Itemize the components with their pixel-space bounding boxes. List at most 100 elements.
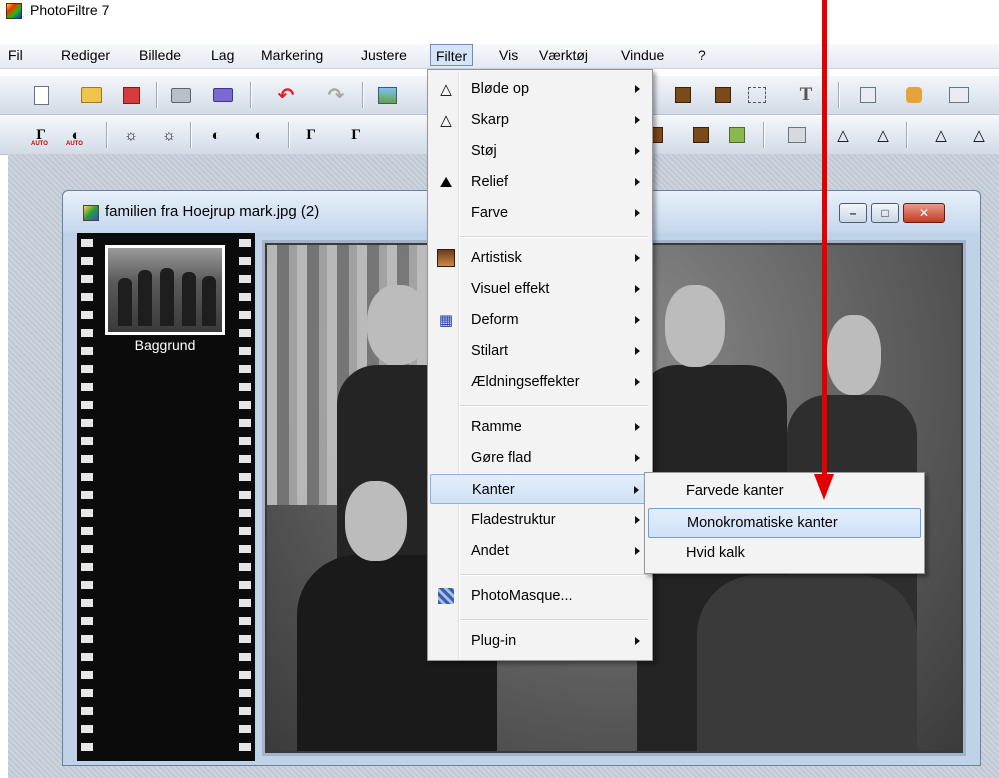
window-title: PhotoFiltre 7	[30, 2, 110, 18]
menuitem-ramme[interactable]: Ramme	[430, 412, 650, 442]
photomasque-icon	[437, 587, 455, 605]
layer-name: Baggrund	[134, 337, 196, 353]
toolbar-separator	[250, 82, 252, 108]
film-perforation	[239, 233, 251, 761]
kanter-submenu: Farvede kanter Monokromatiske kanter Hvi…	[644, 472, 925, 574]
menuitem-artistisk[interactable]: Artistisk	[430, 243, 650, 273]
gamma-glyph: Γ	[351, 126, 361, 143]
save-icon[interactable]	[120, 84, 142, 106]
plugin-icon[interactable]	[857, 84, 879, 106]
menu-vindue[interactable]: Vindue	[618, 47, 667, 63]
drop-glyph: △	[837, 127, 849, 144]
minimize-button[interactable]: –	[839, 203, 867, 223]
menuitem-kanter[interactable]: Kanter	[430, 474, 650, 504]
filter-menu: △ Bløde op △ Skarp Støj ⛰ Relief Farve A…	[427, 69, 653, 661]
layer-thumbnail[interactable]	[105, 245, 225, 335]
maximize-button[interactable]: □	[871, 203, 899, 223]
person-face	[827, 315, 881, 395]
menu-rediger[interactable]: Rediger	[58, 47, 113, 63]
menuitem-farve[interactable]: Farve	[430, 198, 650, 228]
menuitem-andet[interactable]: Andet	[430, 536, 650, 566]
puzzle-icon[interactable]	[903, 84, 925, 106]
menuitem-fladestruktur[interactable]: Fladestruktur	[430, 505, 650, 535]
menu-filter[interactable]: Filter	[430, 44, 474, 66]
sharpen-icon: △	[440, 112, 452, 129]
drop-glyph: △	[973, 127, 985, 144]
menu-vaerktoej[interactable]: Værktøj	[536, 47, 591, 63]
close-button[interactable]: ✕	[903, 203, 945, 223]
menuitem-plug-in[interactable]: Plug-in	[430, 626, 650, 656]
double-drop-icon[interactable]: △	[872, 124, 894, 146]
brightness-minus-icon[interactable]: ☼	[120, 124, 142, 146]
film-perforation	[81, 233, 93, 761]
person-face	[345, 481, 407, 561]
menuitem-relief[interactable]: ⛰ Relief	[430, 167, 650, 197]
drop-icon[interactable]: △	[832, 124, 854, 146]
redo-icon[interactable]: ↷	[325, 84, 347, 107]
menu-help[interactable]: ?	[695, 47, 709, 63]
menuitem-deform[interactable]: ▦ Deform	[430, 305, 650, 335]
menu-fil[interactable]: Fil	[5, 47, 26, 63]
green-grid-icon[interactable]	[726, 124, 748, 146]
film-icon-2[interactable]	[712, 84, 734, 106]
blur-drop-icon: △	[440, 81, 452, 98]
print-icon[interactable]	[170, 84, 192, 106]
toolbar-separator	[106, 122, 108, 148]
sun-glyph: ☼	[162, 126, 176, 144]
submenu-hvid-kalk[interactable]: Hvid kalk	[648, 539, 921, 569]
scan-icon[interactable]	[212, 84, 234, 106]
document-title: familien fra Hoejrup mark.jpg (2)	[105, 203, 320, 220]
text-icon[interactable]: T	[795, 84, 817, 106]
submenu-farvede-kanter[interactable]: Farvede kanter	[648, 477, 921, 507]
contrast-minus-icon[interactable]: ◐	[205, 124, 227, 146]
drop-glyph: △	[877, 127, 889, 144]
sharpen-more-icon[interactable]: △	[968, 124, 990, 146]
film-icon[interactable]	[672, 84, 694, 106]
new-icon[interactable]	[30, 84, 52, 106]
sharpen-tool-icon[interactable]: △	[930, 124, 952, 146]
annotation-arrow-shaft	[822, 0, 827, 478]
menu-lag[interactable]: Lag	[208, 47, 237, 63]
toolbar-separator	[838, 82, 840, 108]
menu-bar: Fil Rediger Billede Lag Markering Juster…	[0, 44, 999, 69]
image-icon[interactable]	[376, 84, 398, 106]
menuitem-aeldningseffekter[interactable]: Ældningseffekter	[430, 367, 650, 397]
menuitem-photomasque[interactable]: PhotoMasque...	[430, 581, 650, 611]
menu-billede[interactable]: Billede	[136, 47, 184, 63]
toolbar-separator	[906, 122, 908, 148]
menuitem-bloede-op[interactable]: △ Bløde op	[430, 74, 650, 104]
menu-justere[interactable]: Justere	[358, 47, 410, 63]
gamma-plus-icon[interactable]: Γ	[345, 124, 367, 146]
annotation-arrow-head	[814, 474, 834, 500]
title-bar: PhotoFiltre 7	[0, 0, 999, 22]
menuitem-visuel-effekt[interactable]: Visuel effekt	[430, 274, 650, 304]
selection-icon[interactable]	[746, 84, 768, 106]
gamma-glyph: Γ	[306, 126, 316, 143]
menuitem-stilart[interactable]: Stilart	[430, 336, 650, 366]
menu-separator	[460, 405, 648, 407]
contrast-glyph: ◐	[254, 126, 264, 144]
submenu-monokromatiske-kanter[interactable]: Monokromatiske kanter	[648, 508, 921, 538]
undo-icon[interactable]: ↶	[275, 84, 297, 107]
grid-icon[interactable]	[690, 124, 712, 146]
auto-label: AUTO	[66, 141, 83, 147]
gamma-minus-icon[interactable]: Γ	[300, 124, 322, 146]
relief-icon: ⛰	[439, 173, 453, 191]
menu-vis[interactable]: Vis	[496, 47, 521, 63]
image-document-icon	[83, 205, 99, 221]
person-face	[367, 285, 429, 365]
contrast-plus-icon[interactable]: ◐	[248, 124, 270, 146]
menu-markering[interactable]: Markering	[258, 47, 326, 63]
auto-label: AUTO	[31, 141, 48, 147]
brightness-plus-icon[interactable]: ☼	[158, 124, 180, 146]
frame-icon[interactable]	[786, 124, 808, 146]
sun-glyph: ☼	[124, 126, 138, 144]
deform-icon: ▦	[438, 312, 454, 329]
menuitem-goere-flad[interactable]: Gøre flad	[430, 443, 650, 473]
open-icon[interactable]	[80, 84, 102, 106]
panel-icon[interactable]	[948, 84, 970, 106]
layers-panel: Baggrund	[77, 233, 255, 761]
menuitem-stoej[interactable]: Støj	[430, 136, 650, 166]
menuitem-skarp[interactable]: △ Skarp	[430, 105, 650, 135]
contrast-glyph: ◐	[211, 126, 221, 144]
